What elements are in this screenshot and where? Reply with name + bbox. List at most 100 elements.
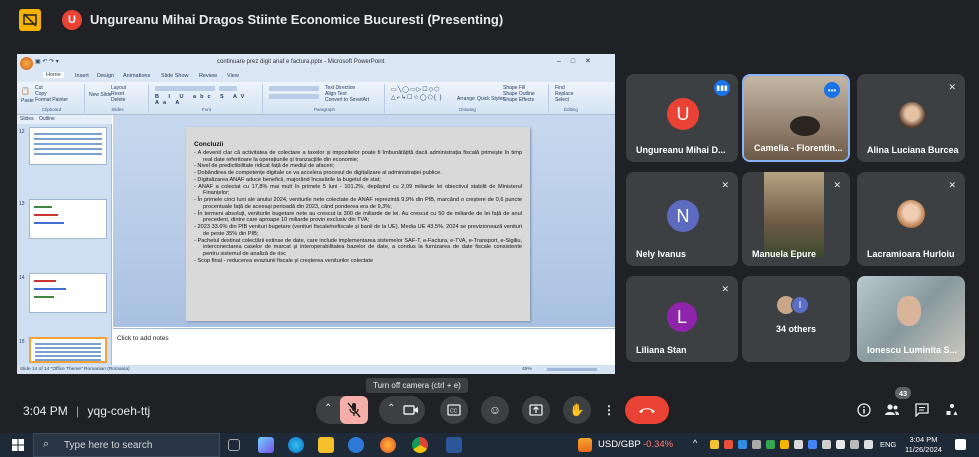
raise-hand-button[interactable]: ✋ [563, 396, 591, 424]
zoom-slider[interactable] [547, 368, 597, 371]
ribbon-group-clipboard: 📋 Paste Cut Copy Format Painter Clipboar… [19, 84, 85, 113]
participant-tile[interactable]: ✕ Manuela Epure [742, 172, 850, 266]
ribbon-group-slides: New Slide Layout Reset Delete Slides [87, 84, 149, 113]
edge-icon[interactable] [288, 437, 304, 453]
activities-button[interactable] [944, 402, 960, 418]
tab-review[interactable]: Review [199, 73, 217, 79]
convert-smartart-button[interactable]: Convert to SmartArt [325, 97, 369, 103]
participant-tile[interactable]: Ionescu Luminita S... [857, 276, 965, 362]
current-slide[interactable]: Concluzii - A devenit clar că activitate… [186, 127, 530, 321]
tab-design[interactable]: Design [97, 73, 114, 79]
window-controls[interactable]: – □ ✕ [557, 57, 591, 65]
camera-options-button[interactable]: ⌃ [379, 396, 425, 424]
present-stop-icon[interactable] [19, 9, 41, 31]
notes-pane[interactable]: Click to add notes [113, 328, 615, 365]
shapes-gallery-row2-icon[interactable]: △⌐↳☐☆◯⬠{ } [391, 94, 443, 101]
leave-call-button[interactable] [625, 396, 669, 424]
paragraph-label: Paragraph [313, 107, 335, 112]
participant-tile[interactable]: ✕ Lacramioara Hurloiu [857, 172, 965, 266]
tray-icon[interactable] [822, 440, 831, 449]
task-view-icon[interactable] [228, 439, 240, 451]
volume-icon[interactable] [864, 440, 873, 449]
avatar: I [791, 296, 809, 314]
tray-icon[interactable] [794, 440, 803, 449]
shapes-gallery-icon[interactable]: ▭╲◯▭▷☐◇⬡ [391, 86, 441, 93]
new-slide-button[interactable]: New Slide [89, 92, 112, 98]
tray-icon[interactable] [780, 440, 789, 449]
slide-thumbnail-12[interactable] [29, 127, 107, 165]
arrange-button[interactable]: Arrange [457, 96, 475, 102]
tray-icon[interactable] [836, 440, 845, 449]
more-options-icon[interactable]: ••• [824, 82, 840, 98]
more-options-button[interactable]: ⋮ [596, 397, 622, 423]
tray-icon[interactable] [710, 440, 719, 449]
tray-icon[interactable] [808, 440, 817, 449]
language-indicator[interactable]: ENG [880, 440, 896, 449]
people-button[interactable] [884, 402, 900, 418]
tray-icon[interactable] [766, 440, 775, 449]
app-icon[interactable] [348, 437, 364, 453]
others-tile[interactable]: I 34 others [742, 276, 850, 362]
office-button-icon[interactable] [20, 57, 33, 70]
taskbar-search-box[interactable]: ⌕ Type here to search [33, 433, 220, 457]
list-buttons[interactable] [269, 86, 319, 91]
camera-icon[interactable] [403, 404, 419, 416]
mic-toggle-button[interactable] [340, 396, 368, 424]
delete-button[interactable]: Delete [111, 97, 125, 103]
windows-start-icon[interactable] [12, 439, 24, 451]
slide-thumbnail-13[interactable] [29, 199, 107, 239]
meeting-details-button[interactable] [856, 402, 872, 418]
ribbon: 📋 Paste Cut Copy Format Painter Clipboar… [17, 82, 615, 115]
captions-button[interactable]: CC [440, 396, 468, 424]
slide-thumbnail-14[interactable] [29, 273, 107, 313]
tab-home[interactable]: Home [43, 72, 64, 78]
slide-thumbnail-selected[interactable] [29, 337, 107, 363]
font-name-box[interactable] [155, 86, 215, 91]
chat-button[interactable] [914, 402, 930, 418]
tab-insert[interactable]: Insert [75, 73, 89, 79]
tray-icon[interactable] [752, 440, 761, 449]
present-button[interactable] [522, 396, 550, 424]
format-painter-button[interactable]: Format Painter [35, 97, 68, 103]
tab-slide-show[interactable]: Slide Show [161, 73, 189, 79]
select-button[interactable]: Select [555, 97, 569, 103]
tab-slides[interactable]: Slides [20, 116, 34, 122]
chevron-up-icon[interactable]: ^ [693, 438, 697, 448]
slides-panel-tabs: Slides Outline [17, 115, 112, 124]
notifications-icon[interactable] [955, 439, 966, 450]
firefox-icon[interactable] [380, 437, 396, 453]
shape-effects-button[interactable]: Shape Effects [503, 97, 534, 103]
tab-outline[interactable]: Outline [39, 116, 55, 122]
participant-hair [790, 116, 820, 136]
quick-access-toolbar[interactable]: ▣ ↶ ↷ ▾ [35, 58, 59, 65]
participant-tile[interactable]: ✕ N Nely Ivanus [626, 172, 738, 266]
avatar: U [667, 98, 699, 130]
paste-button[interactable]: Paste [21, 98, 34, 104]
participant-tile[interactable]: ✕ Alina Luciana Burcea [857, 74, 965, 162]
network-icon[interactable] [850, 440, 859, 449]
participant-name: Lacramioara Hurloiu [867, 249, 955, 259]
app-icon[interactable] [258, 437, 274, 453]
word-icon[interactable] [446, 437, 462, 453]
slide-bullet: - A devenit clar că activitatea de colec… [194, 149, 522, 163]
participant-tile[interactable]: ✕ L Liliana Stan [626, 276, 738, 362]
file-explorer-icon[interactable] [318, 437, 334, 453]
align-buttons[interactable] [269, 94, 319, 99]
tray-icon[interactable] [724, 440, 733, 449]
present-icon [529, 404, 543, 416]
participant-name: Ungureanu Mihai D... [636, 145, 726, 155]
quick-styles-button[interactable]: Quick Styles [477, 96, 505, 102]
participant-tile-active-speaker[interactable]: ••• Camelia - Florentin... [742, 74, 850, 162]
chrome-icon[interactable] [412, 437, 428, 453]
participant-tile[interactable]: ▮▮▮ U Ungureanu Mihai D... [626, 74, 738, 162]
tray-icon[interactable] [738, 440, 747, 449]
slides-panel: Slides Outline 12 13 14 15 [17, 115, 112, 365]
reactions-button[interactable]: ☺ [481, 396, 509, 424]
paste-icon[interactable]: 📋 [21, 87, 30, 95]
captions-icon: CC [447, 404, 461, 416]
taskbar-clock[interactable]: 3:04 PM 11/26/2024 [905, 435, 942, 455]
font-size-box[interactable] [219, 86, 237, 91]
font-format-buttons[interactable]: B I U abc S AV Aa A [155, 94, 262, 106]
tab-view[interactable]: View [227, 73, 239, 79]
tab-animations[interactable]: Animations [123, 73, 150, 79]
